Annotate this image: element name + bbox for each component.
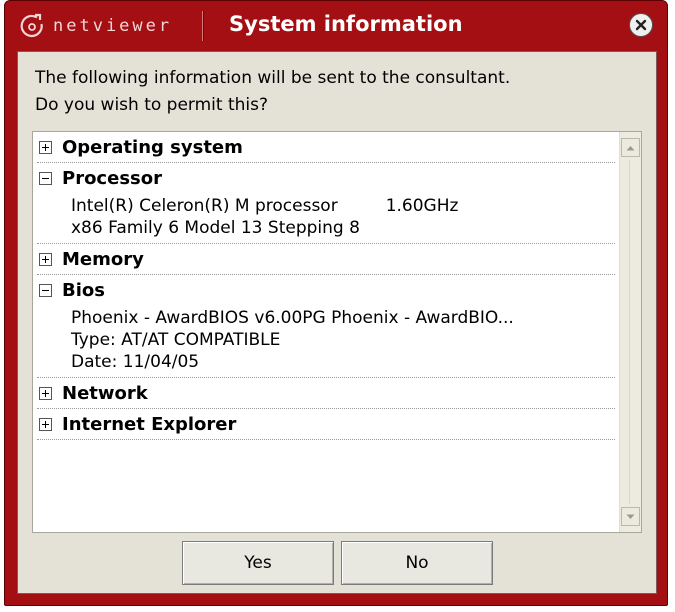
section-label: Operating system bbox=[62, 136, 243, 158]
dialog-content: The following information will be sent t… bbox=[17, 51, 657, 594]
window-title: System information bbox=[229, 12, 463, 36]
bios-date: Date: 11/04/05 bbox=[71, 352, 200, 372]
scroll-up-button[interactable] bbox=[621, 138, 640, 157]
section-label: Bios bbox=[62, 279, 105, 301]
section-internet-explorer[interactable]: Internet Explorer bbox=[37, 409, 615, 440]
info-list-content: Operating system Processor Intel(R) Cele… bbox=[33, 132, 621, 532]
section-operating-system[interactable]: Operating system bbox=[37, 132, 615, 163]
section-label: Processor bbox=[62, 167, 162, 189]
logo-text: netviewer bbox=[53, 16, 173, 36]
section-label: Internet Explorer bbox=[62, 413, 237, 435]
processor-details: Intel(R) Celeron(R) M processor 1.60GHz x… bbox=[37, 193, 615, 244]
section-network[interactable]: Network bbox=[37, 378, 615, 409]
collapse-icon[interactable] bbox=[39, 283, 52, 297]
bios-type: Type: AT/AT COMPATIBLE bbox=[71, 330, 281, 350]
section-label: Memory bbox=[62, 248, 144, 270]
title-bar[interactable]: netviewer System information bbox=[5, 1, 667, 51]
section-bios[interactable]: Bios bbox=[37, 275, 615, 305]
system-information-dialog: netviewer System information The followi… bbox=[4, 0, 668, 606]
section-label: Network bbox=[62, 382, 148, 404]
expand-icon[interactable] bbox=[39, 417, 52, 431]
bios-details: Phoenix - AwardBIOS v6.00PG Phoenix - Aw… bbox=[37, 305, 615, 378]
close-button[interactable] bbox=[629, 13, 653, 37]
bios-vendor: Phoenix - AwardBIOS v6.00PG Phoenix - Aw… bbox=[71, 308, 514, 328]
expand-icon[interactable] bbox=[39, 386, 52, 400]
processor-speed: 1.60GHz bbox=[385, 196, 459, 216]
scroll-down-button[interactable] bbox=[621, 507, 640, 526]
processor-name: Intel(R) Celeron(R) M processor bbox=[71, 196, 338, 216]
section-memory[interactable]: Memory bbox=[37, 244, 615, 275]
scroll-track[interactable] bbox=[629, 160, 630, 504]
netviewer-logo: netviewer bbox=[19, 10, 172, 42]
info-list[interactable]: Operating system Processor Intel(R) Cele… bbox=[32, 131, 642, 533]
scroll-up-icon bbox=[626, 145, 635, 150]
title-separator bbox=[202, 11, 203, 41]
processor-name-row: Intel(R) Celeron(R) M processor 1.60GHz bbox=[71, 195, 615, 217]
intro-text: The following information will be sent t… bbox=[35, 65, 645, 119]
yes-button[interactable]: Yes bbox=[182, 541, 334, 585]
section-processor[interactable]: Processor bbox=[37, 163, 615, 193]
no-button[interactable]: No bbox=[341, 541, 493, 585]
vertical-scrollbar[interactable] bbox=[619, 132, 641, 532]
processor-family: x86 Family 6 Model 13 Stepping 8 bbox=[71, 218, 360, 238]
intro-line-1: The following information will be sent t… bbox=[35, 68, 511, 88]
expand-icon[interactable] bbox=[39, 252, 52, 266]
intro-line-2: Do you wish to permit this? bbox=[35, 95, 269, 115]
netviewer-logo-icon bbox=[20, 13, 43, 38]
expand-icon[interactable] bbox=[39, 140, 52, 154]
scroll-down-icon bbox=[626, 514, 635, 519]
collapse-icon[interactable] bbox=[39, 171, 52, 185]
close-icon bbox=[635, 19, 647, 31]
